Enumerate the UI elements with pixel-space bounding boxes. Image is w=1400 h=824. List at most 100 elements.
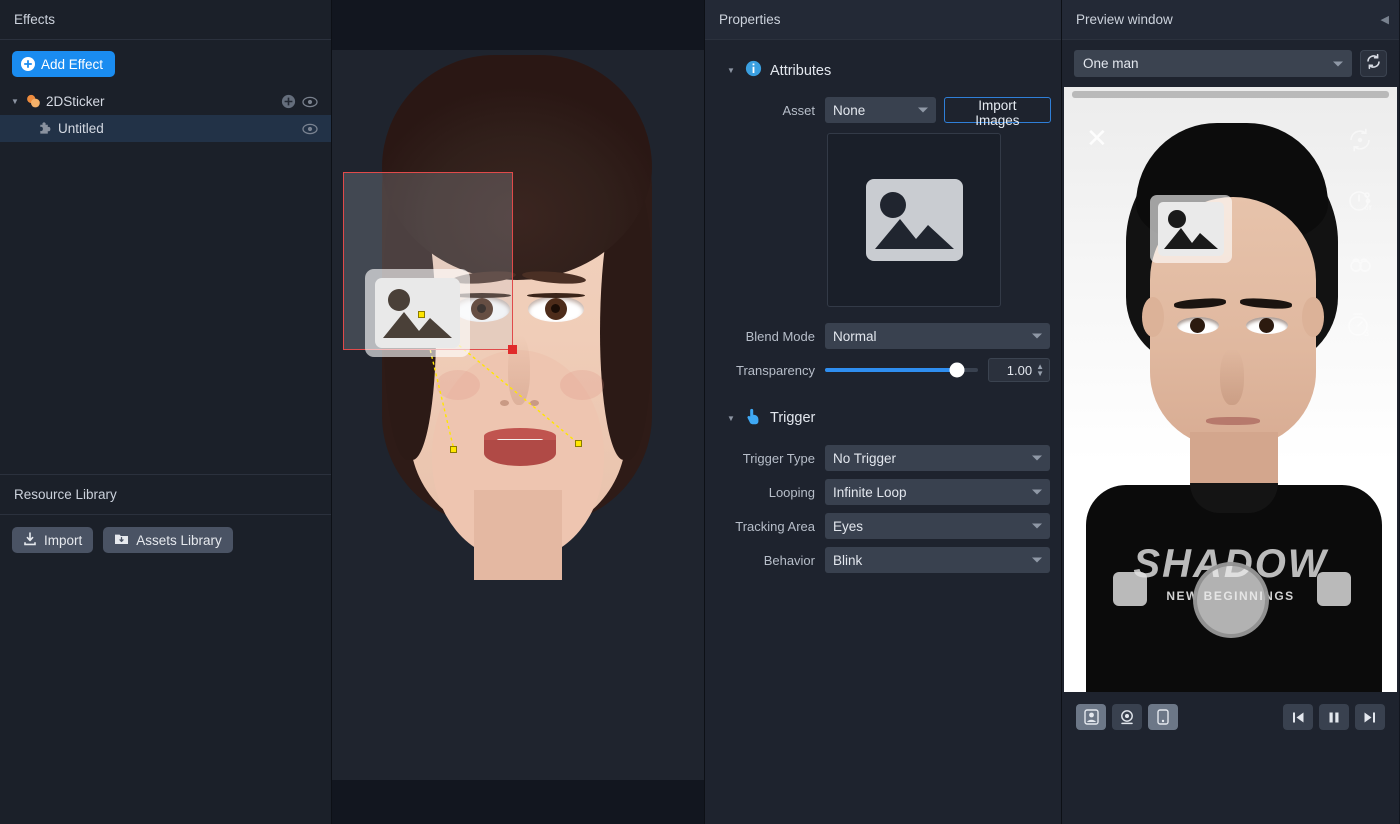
transparency-control: 1.00 ▲ ▼ xyxy=(825,358,1050,382)
phone-statusbar xyxy=(1072,91,1389,98)
flip-camera-icon[interactable] xyxy=(1345,125,1375,160)
chevron-down-icon xyxy=(1032,455,1042,461)
chevron-down-icon xyxy=(1032,333,1042,339)
attributes-section-header[interactable]: ▼ Attributes xyxy=(727,60,1051,81)
import-button[interactable]: Import xyxy=(12,527,94,553)
tree-item-2dsticker[interactable]: ▼ 2DSticker xyxy=(0,88,331,115)
resource-library-section: Resource Library Import Assets Library xyxy=(0,474,331,824)
effects-button[interactable] xyxy=(1317,572,1351,606)
hand-tap-icon xyxy=(745,407,762,429)
phone-mode-button[interactable] xyxy=(1148,704,1178,730)
assets-library-button[interactable]: Assets Library xyxy=(103,527,233,553)
add-layer-icon[interactable] xyxy=(277,94,299,109)
next-button[interactable] xyxy=(1355,704,1385,730)
preview-playback-buttons xyxy=(1283,704,1385,730)
chevron-down-icon[interactable]: ▼ xyxy=(727,66,737,75)
effects-panel-header: Effects xyxy=(0,0,331,40)
blend-mode-value: Normal xyxy=(833,328,877,344)
effects-tree-empty-area xyxy=(0,142,331,474)
tree-item-label: 2DSticker xyxy=(46,94,105,109)
previous-button[interactable] xyxy=(1283,704,1313,730)
preview-panel-empty-area xyxy=(1062,742,1399,824)
transparency-slider-knob[interactable] xyxy=(949,362,965,378)
chevron-down-icon xyxy=(917,107,928,113)
resource-library-title: Resource Library xyxy=(14,487,117,502)
chevron-down-icon xyxy=(1333,61,1343,66)
app-root: Effects Add Effect ▼ 2DSticker Untitled … xyxy=(0,0,1400,824)
tree-item-untitled[interactable]: Untitled xyxy=(0,115,331,142)
close-icon[interactable]: ✕ xyxy=(1086,125,1108,151)
visibility-eye-icon[interactable] xyxy=(299,121,321,137)
blend-mode-select[interactable]: Normal xyxy=(825,323,1050,349)
trigger-type-row: Trigger Type No Trigger xyxy=(715,443,1051,473)
webcam-mode-button[interactable] xyxy=(1112,704,1142,730)
transparency-value: 1.00 xyxy=(1006,362,1033,378)
tracking-area-select[interactable]: Eyes xyxy=(825,513,1050,539)
import-images-button[interactable]: Import Images xyxy=(943,97,1051,128)
preview-model-row: One man xyxy=(1062,40,1399,87)
transparency-slider[interactable] xyxy=(825,362,978,378)
trigger-type-select[interactable]: No Trigger xyxy=(825,445,1050,471)
preview-model-value: One man xyxy=(1083,56,1139,71)
properties-body: ▼ Attributes Asset None Import Images Bl… xyxy=(705,40,1061,824)
effects-tree: ▼ 2DSticker Untitled xyxy=(0,88,331,142)
preview-sticker-placeholder xyxy=(1150,195,1232,263)
stepper-icon[interactable]: ▲ ▼ xyxy=(1036,363,1044,378)
looping-row: Looping Infinite Loop xyxy=(715,477,1051,507)
preview-source-buttons xyxy=(1076,704,1178,730)
looping-select[interactable]: Infinite Loop xyxy=(825,479,1050,505)
resource-library-header: Resource Library xyxy=(0,475,331,515)
image-placeholder-icon xyxy=(1158,202,1224,256)
transparency-number-input[interactable]: 1.00 ▲ ▼ xyxy=(988,358,1050,382)
properties-panel-title: Properties xyxy=(719,12,781,27)
behavior-value: Blink xyxy=(833,552,863,568)
effects-panel-title: Effects xyxy=(14,12,56,27)
asset-select[interactable]: None xyxy=(825,97,936,123)
svg-text:3: 3 xyxy=(1364,328,1369,338)
beauty-icon[interactable] xyxy=(1345,247,1375,282)
model-face-image xyxy=(332,50,704,780)
asset-thumbnail[interactable] xyxy=(827,133,1001,307)
trigger-section-header[interactable]: ▼ Trigger xyxy=(727,407,1051,429)
attributes-section-label: Attributes xyxy=(770,62,832,79)
chevron-down-icon[interactable]: ▼ xyxy=(8,97,22,106)
import-icon xyxy=(23,531,37,549)
chevron-left-icon[interactable]: ◀ xyxy=(1381,13,1389,26)
preview-stage[interactable]: SHADOW NEW BEGINNINGS ✕ off xyxy=(1064,87,1397,692)
tracking-point-left-eye[interactable] xyxy=(450,446,457,453)
pause-button[interactable] xyxy=(1319,704,1349,730)
transparency-label: Transparency xyxy=(736,362,815,378)
chevron-down-icon xyxy=(1032,557,1042,563)
add-effect-button[interactable]: Add Effect xyxy=(12,51,116,77)
canvas-viewport[interactable] xyxy=(332,50,704,780)
info-icon xyxy=(745,60,762,81)
chevron-down-icon xyxy=(1032,489,1042,495)
behavior-select[interactable]: Blink xyxy=(825,547,1050,573)
timer-off-icon[interactable]: off xyxy=(1345,185,1375,220)
refresh-preview-button[interactable] xyxy=(1360,50,1387,77)
resource-library-buttons: Import Assets Library xyxy=(0,515,331,565)
tracking-point-right-eye[interactable] xyxy=(575,440,582,447)
countdown-3-icon[interactable]: 3 xyxy=(1345,309,1375,344)
sticker-circles-icon xyxy=(22,93,44,110)
import-label: Import xyxy=(44,532,83,548)
gallery-button[interactable] xyxy=(1113,572,1147,606)
shutter-button[interactable] xyxy=(1192,562,1269,638)
photo-mode-button[interactable] xyxy=(1076,704,1106,730)
behavior-label: Behavior xyxy=(763,552,815,568)
puzzle-piece-icon xyxy=(34,121,56,137)
asset-label: Asset xyxy=(782,102,815,118)
preview-model-select[interactable]: One man xyxy=(1074,50,1352,77)
preview-controls xyxy=(1062,692,1399,742)
tracking-point-origin[interactable] xyxy=(418,311,425,318)
resize-handle[interactable] xyxy=(508,345,517,354)
preview-panel-title: Preview window xyxy=(1076,12,1173,27)
canvas-column xyxy=(332,0,704,824)
resource-library-empty-area xyxy=(0,565,331,824)
looping-label: Looping xyxy=(768,484,815,500)
trigger-section-label: Trigger xyxy=(770,410,816,426)
trigger-type-label: Trigger Type xyxy=(742,450,815,466)
add-effect-label: Add Effect xyxy=(41,56,104,72)
chevron-down-icon[interactable]: ▼ xyxy=(727,414,737,423)
visibility-eye-icon[interactable] xyxy=(299,94,321,110)
